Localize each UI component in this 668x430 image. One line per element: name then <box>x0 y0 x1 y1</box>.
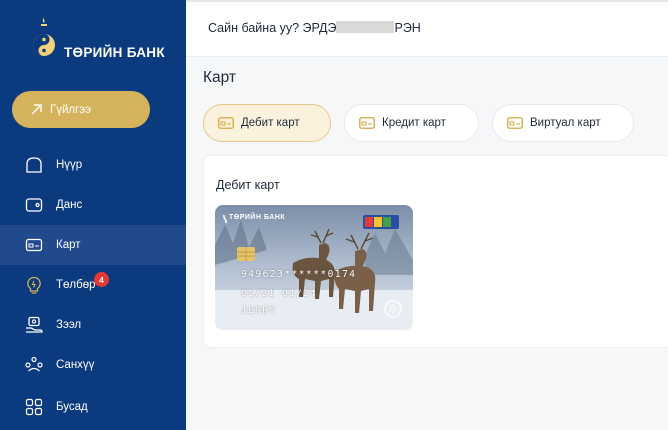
redacted-name <box>336 21 395 33</box>
sidebar-item-accounts[interactable]: Данс <box>0 185 186 225</box>
finance-icon <box>25 356 43 372</box>
sidebar-item-label: Санхүү <box>56 359 95 371</box>
tab-virtual-card[interactable]: Виртуал карт <box>492 104 634 142</box>
tab-label: Виртуал карт <box>530 117 601 129</box>
bank-name: ТӨРИЙН БАНК <box>64 45 165 60</box>
sidebar-item-loans[interactable]: Зээл <box>0 305 186 345</box>
sidebar-item-label: Данс <box>56 199 83 211</box>
tab-label: Дебит карт <box>241 117 300 129</box>
tab-credit-card[interactable]: Кредит карт <box>344 104 479 142</box>
transfer-label: Гүйлгээ <box>50 103 92 116</box>
notification-badge: 4 <box>94 272 109 287</box>
arrow-up-right-icon <box>31 104 42 115</box>
debit-card[interactable]: ТӨРИЙН БАНК 949623******0174 01/21 01/24… <box>215 205 413 330</box>
grid-icon <box>25 398 43 416</box>
page-title: Карт <box>203 69 237 86</box>
card-icon <box>218 117 234 129</box>
header-divider <box>186 0 668 2</box>
sidebar-item-label: Бусад <box>56 401 88 413</box>
soyombo-logo-icon <box>33 16 55 56</box>
transfer-button[interactable]: Гүйлгээ <box>12 91 150 128</box>
card-icon <box>25 238 43 252</box>
sidebar-item-label: Төлбөр <box>56 279 96 291</box>
sidebar-item-other[interactable]: Бусад <box>0 387 186 427</box>
card-number: 949623******0174 <box>241 269 357 280</box>
section-title: Дебит карт <box>216 178 280 192</box>
card-bank-name: ТӨРИЙН БАНК <box>229 214 286 221</box>
card-icon <box>507 117 523 129</box>
greeting-suffix: РЭН <box>394 21 421 35</box>
tab-debit-card[interactable]: Дебит карт <box>203 104 331 142</box>
sidebar-item-finance[interactable]: Санхүү <box>0 345 186 385</box>
brand-logo[interactable]: ТӨРИЙН БАНК <box>30 14 180 74</box>
sidebar-item-label: Нүүр <box>56 159 83 171</box>
greeting-text: Сайн байна уу? ЭРДЭ РЭН <box>208 21 421 35</box>
card-icon <box>359 117 375 129</box>
greeting-prefix: Сайн байна уу? ЭРДЭ <box>208 21 337 35</box>
sidebar-item-home[interactable]: Нүүр <box>0 145 186 185</box>
bulb-icon <box>27 276 41 294</box>
sidebar-item-label: Зээл <box>56 319 82 331</box>
card-holder: JERRY <box>241 306 277 316</box>
tab-label: Кредит карт <box>382 117 446 129</box>
wallet-icon <box>25 198 43 212</box>
sidebar-item-payments[interactable]: Төлбөр <box>0 265 186 305</box>
sidebar-item-label: Карт <box>56 239 81 251</box>
card-expiry: 01/21 01/24 <box>241 289 318 299</box>
home-icon <box>26 157 42 173</box>
loan-icon <box>26 316 43 333</box>
sidebar-item-cards[interactable]: Карт <box>0 225 186 265</box>
